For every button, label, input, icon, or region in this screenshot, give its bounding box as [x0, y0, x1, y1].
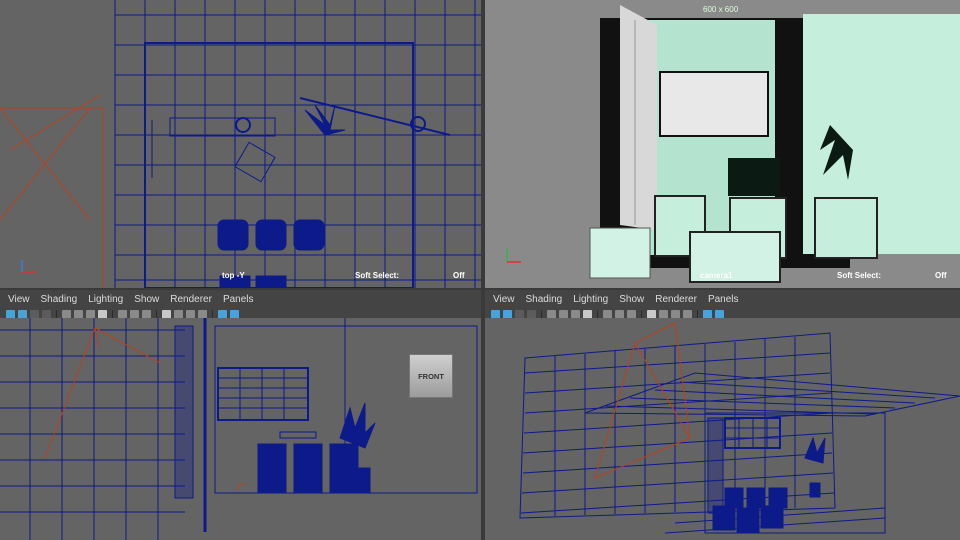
top-view-wireframe: [0, 0, 481, 288]
soft-select-value: Off: [935, 271, 947, 280]
axis-indicator: [18, 258, 42, 276]
menu-shading[interactable]: Shading: [526, 294, 563, 305]
front-view-wireframe: [0, 318, 478, 540]
persp-view-wireframe: [519, 322, 960, 534]
panel-menubar-left: View Shading Lighting Show Renderer Pane…: [0, 290, 481, 308]
axis-indicator: [503, 246, 527, 266]
camera-render: [589, 5, 960, 283]
menu-show[interactable]: Show: [619, 294, 644, 305]
panel-menubar-right: View Shading Lighting Show Renderer Pane…: [485, 290, 960, 308]
top-viewport[interactable]: top -Y Soft Select: Off: [0, 0, 481, 288]
menu-shading[interactable]: Shading: [41, 294, 78, 305]
soft-select-label: Soft Select:: [837, 271, 882, 280]
menu-view[interactable]: View: [493, 294, 515, 305]
camera-label: top -Y: [222, 271, 245, 280]
camera-label: camera1: [700, 271, 733, 280]
resolution-gate-label: 600 x 600: [703, 5, 739, 14]
menu-renderer[interactable]: Renderer: [655, 294, 697, 305]
front-viewport[interactable]: FRONT: [0, 318, 481, 540]
menu-show[interactable]: Show: [134, 294, 159, 305]
menu-lighting[interactable]: Lighting: [573, 294, 608, 305]
menu-lighting[interactable]: Lighting: [88, 294, 123, 305]
menu-panels[interactable]: Panels: [223, 294, 254, 305]
soft-select-label: Soft Select:: [355, 271, 400, 280]
camera-viewport[interactable]: 600 x 600 camera1 Soft Select: Off: [485, 0, 960, 288]
menu-panels[interactable]: Panels: [708, 294, 739, 305]
menu-renderer[interactable]: Renderer: [170, 294, 212, 305]
view-cube-front[interactable]: FRONT: [409, 354, 453, 398]
menu-view[interactable]: View: [8, 294, 30, 305]
persp-viewport[interactable]: [485, 318, 960, 540]
soft-select-value: Off: [453, 271, 465, 280]
